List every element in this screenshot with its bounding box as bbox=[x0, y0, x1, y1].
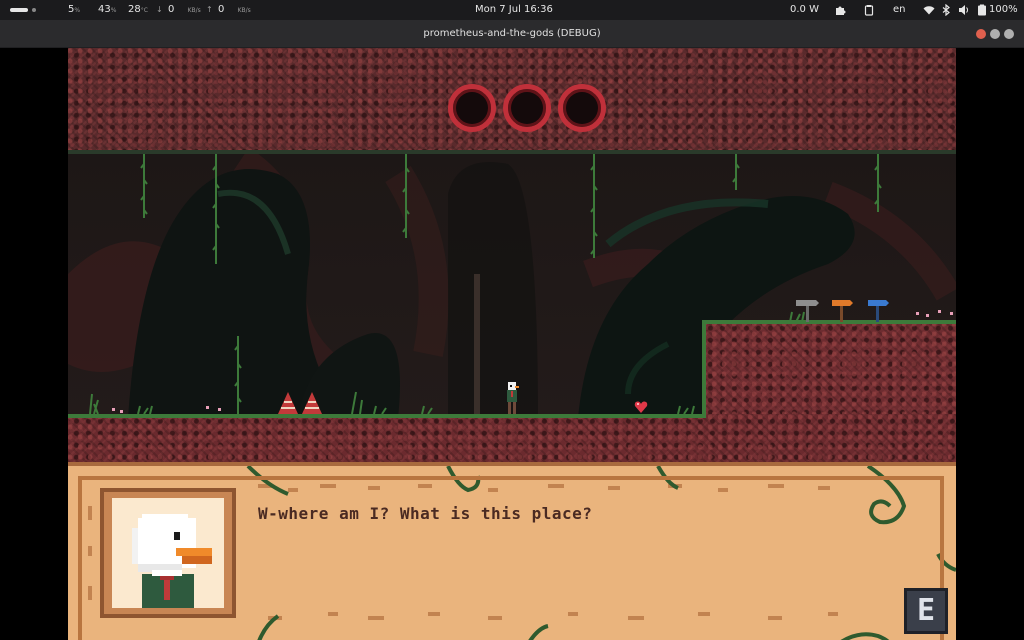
net-up-unit: KB/s bbox=[237, 7, 251, 14]
temperature-unit: °C bbox=[140, 7, 148, 14]
cave-floor bbox=[68, 414, 956, 462]
power-draw: 0.0 W bbox=[790, 4, 819, 15]
battery-level: 100% bbox=[989, 4, 1018, 15]
maximize-button[interactable] bbox=[1004, 29, 1014, 39]
window-title-bar[interactable]: prometheus-and-the-gods (DEBUG) bbox=[0, 20, 1024, 48]
temperature: 28°C bbox=[128, 3, 148, 18]
cpu-unit: % bbox=[74, 7, 81, 14]
dialogue-text: W-where am I? What is this place? bbox=[258, 504, 593, 523]
net-up: 0 KB/s bbox=[218, 3, 251, 18]
memory-value: 43 bbox=[98, 4, 111, 15]
net-down-unit: KB/s bbox=[187, 7, 201, 14]
health-orb bbox=[503, 84, 551, 132]
ledge-signposts bbox=[789, 300, 953, 323]
workspace-indicator[interactable] bbox=[32, 8, 36, 12]
system-top-bar: 5% 43% 28°C ↓ 0 KB/s ↑ 0 KB/s Mon 7 Jul … bbox=[0, 0, 1024, 20]
speaker-portrait-frame bbox=[100, 488, 236, 618]
minimize-button[interactable] bbox=[990, 29, 1000, 39]
duck-portrait-icon bbox=[132, 514, 212, 608]
health-orbs bbox=[448, 84, 608, 132]
net-down-value: 0 bbox=[168, 4, 175, 15]
net-up-arrow-icon: ↑ bbox=[206, 5, 213, 14]
health-orb bbox=[448, 84, 496, 132]
temperature-value: 28 bbox=[128, 4, 141, 15]
volume-icon[interactable] bbox=[958, 4, 970, 16]
speaker-portrait bbox=[112, 498, 224, 608]
bluetooth-icon[interactable] bbox=[940, 4, 952, 16]
player-character[interactable] bbox=[504, 382, 520, 416]
cpu-usage: 5% bbox=[68, 3, 80, 18]
memory-usage: 43% bbox=[98, 3, 116, 18]
hanging-vine bbox=[402, 154, 410, 238]
heart-pickup-icon[interactable] bbox=[634, 400, 648, 414]
extension-puzzle-icon[interactable] bbox=[834, 4, 846, 16]
hanging-vine bbox=[140, 154, 148, 218]
clipboard-icon[interactable] bbox=[863, 4, 875, 16]
dialogue-box[interactable]: W-where am I? What is this place? E bbox=[68, 462, 956, 640]
keyboard-language[interactable]: en bbox=[893, 3, 906, 17]
memory-unit: % bbox=[110, 7, 117, 14]
wifi-icon[interactable] bbox=[923, 4, 935, 16]
clock[interactable]: Mon 7 Jul 16:36 bbox=[475, 3, 553, 17]
spike-traps bbox=[278, 392, 322, 414]
hanging-vine bbox=[212, 154, 220, 264]
health-orb bbox=[558, 84, 606, 132]
net-up-value: 0 bbox=[218, 4, 225, 15]
window-title: prometheus-and-the-gods (DEBUG) bbox=[423, 28, 601, 39]
game-viewport[interactable]: W-where am I? What is this place? E bbox=[68, 48, 956, 640]
net-down-arrow-icon: ↓ bbox=[156, 5, 163, 14]
net-down: 0 KB/s bbox=[168, 3, 201, 18]
continue-key-prompt[interactable]: E bbox=[904, 588, 948, 634]
hanging-vine bbox=[732, 154, 740, 190]
hanging-vine bbox=[874, 154, 882, 212]
hanging-vine bbox=[590, 154, 598, 258]
battery-icon[interactable] bbox=[976, 4, 988, 16]
workspace-indicator-active[interactable] bbox=[10, 8, 28, 12]
close-button[interactable] bbox=[976, 29, 986, 39]
